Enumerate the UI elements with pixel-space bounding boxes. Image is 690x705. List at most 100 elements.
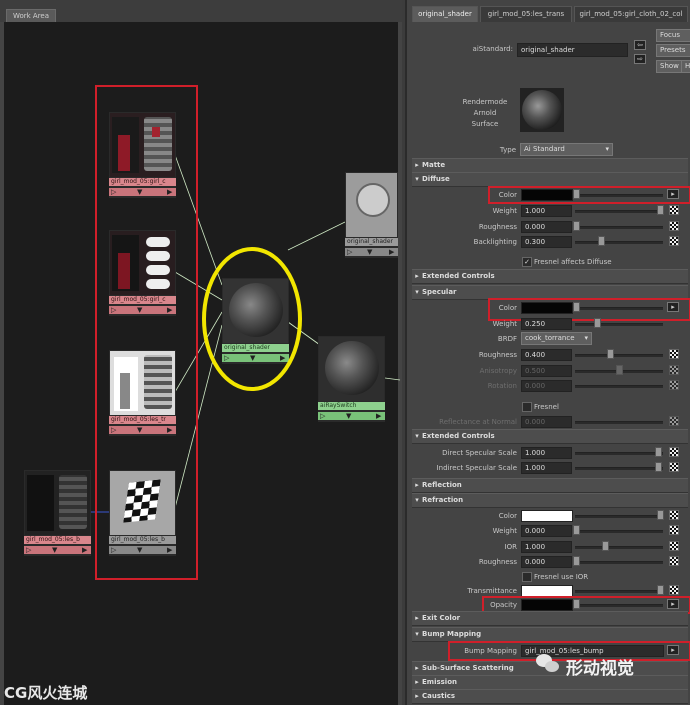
chevron-down-icon: ▾	[584, 334, 588, 342]
section-reflection[interactable]: ▸ Reflection	[412, 478, 688, 493]
slider-knob[interactable]	[657, 205, 664, 215]
refraction-roughness-field[interactable]: 0.000	[521, 556, 572, 568]
checker-map-icon[interactable]	[669, 585, 679, 595]
direct-specular-field[interactable]: 1.000	[521, 447, 572, 459]
fresnel-label: Fresnel	[534, 403, 559, 411]
section-title: Extended Controls	[422, 272, 495, 280]
slider-knob[interactable]	[657, 510, 664, 520]
shading-group-icon	[356, 183, 390, 217]
slider-knob[interactable]	[594, 318, 601, 328]
specular-weight-slider[interactable]	[575, 323, 663, 326]
shader-thumbnail	[319, 337, 384, 401]
section-refraction[interactable]: ▾ Refraction	[412, 493, 688, 508]
transmittance-slider[interactable]	[575, 590, 663, 593]
slider-knob[interactable]	[573, 556, 580, 566]
specular-weight-field[interactable]: 0.250	[521, 318, 572, 330]
type-dropdown[interactable]: Ai Standard ▾	[520, 143, 613, 156]
slider-knob[interactable]	[657, 585, 664, 595]
node-label: original_shader	[345, 238, 398, 246]
focus-button[interactable]: Focus	[656, 29, 690, 42]
section-caustics[interactable]: ▸ Caustics	[412, 689, 688, 704]
specular-roughness-slider[interactable]	[575, 354, 663, 357]
node-label: aiRaySwitch	[318, 402, 385, 410]
fresnel-ior-checkbox[interactable]	[522, 572, 532, 582]
section-emission[interactable]: ▸ Emission	[412, 675, 688, 690]
ior-slider[interactable]	[575, 546, 663, 549]
diffuse-weight-field[interactable]: 1.000	[521, 205, 572, 217]
fresnel-diffuse-checkbox[interactable]: ✓	[522, 257, 532, 267]
tab-les-trans[interactable]: girl_mod_05:les_trans	[480, 6, 572, 22]
highlight-box	[488, 298, 690, 321]
checker-map-icon[interactable]	[669, 462, 679, 472]
refraction-color-swatch[interactable]	[521, 510, 573, 522]
slider-knob[interactable]	[573, 221, 580, 231]
direct-specular-slider[interactable]	[575, 452, 663, 455]
checker-map-icon[interactable]	[669, 541, 679, 551]
checker-map-icon[interactable]	[669, 556, 679, 566]
section-exit-color[interactable]: ▸ Exit Color	[412, 611, 688, 626]
ior-field[interactable]: 1.000	[521, 541, 572, 553]
direct-specular-label: Direct Specular Scale	[442, 449, 517, 457]
checker-map-icon[interactable]	[669, 236, 679, 246]
section-title: Exit Color	[422, 614, 461, 622]
tab-original-shader[interactable]: original_shader	[412, 6, 478, 22]
checker-map-icon[interactable]	[669, 525, 679, 535]
bump-file-node[interactable]: girl_mod_05:les_b ▷ ▼ ▶	[24, 470, 91, 556]
fresnel-checkbox[interactable]	[522, 402, 532, 412]
section-diffuse[interactable]: ▾ Diffuse	[412, 172, 688, 187]
slider-knob[interactable]	[573, 525, 580, 535]
slider-knob[interactable]	[602, 541, 609, 551]
specular-roughness-field[interactable]: 0.400	[521, 349, 572, 361]
section-title: Specular	[422, 288, 457, 296]
checker-map-icon[interactable]	[669, 221, 679, 231]
refraction-roughness-slider[interactable]	[575, 561, 663, 564]
diffuse-roughness-field[interactable]: 0.000	[521, 221, 572, 233]
shading-group-node[interactable]: original_shader ▷ ▼ ▶	[345, 172, 398, 258]
focus-output-icon[interactable]: ⇨	[634, 54, 646, 64]
diffuse-backlighting-field[interactable]: 0.300	[521, 236, 572, 248]
slider-knob[interactable]	[655, 447, 662, 457]
fresnel-ior-label: Fresnel use IOR	[534, 573, 589, 581]
section-matte[interactable]: ▸ Matte	[412, 158, 688, 173]
diffuse-weight-slider[interactable]	[575, 210, 663, 213]
section-extended-controls[interactable]: ▸ Extended Controls	[412, 269, 688, 284]
diffuse-roughness-slider[interactable]	[575, 226, 663, 229]
tab-girl-cloth-col[interactable]: girl_mod_05:girl_cloth_02_col	[574, 6, 688, 22]
slider-knob[interactable]	[655, 462, 662, 472]
hide-button[interactable]: Hide	[681, 60, 690, 73]
focus-input-icon[interactable]: ⇦	[634, 40, 646, 50]
section-title: Matte	[422, 161, 446, 169]
node-ports: ▷ ▼ ▶	[318, 412, 385, 420]
section-title: Reflection	[422, 481, 462, 489]
shader-name-field[interactable]: original_shader	[517, 43, 628, 57]
refraction-color-slider[interactable]	[575, 515, 663, 518]
section-bump-mapping[interactable]: ▾ Bump Mapping	[412, 627, 688, 642]
checker-map-icon[interactable]	[669, 205, 679, 215]
indirect-specular-field[interactable]: 1.000	[521, 462, 572, 474]
checker-map-icon	[669, 416, 679, 426]
brdf-value: cook_torrance	[525, 334, 575, 342]
slider-knob[interactable]	[598, 236, 605, 246]
material-swatch[interactable]	[520, 88, 564, 132]
swatch-caption-line: Rendermode	[462, 98, 508, 106]
refraction-weight-slider[interactable]	[575, 530, 663, 533]
wechat-logo-icon	[536, 654, 560, 674]
refraction-weight-field[interactable]: 0.000	[521, 525, 572, 537]
diffuse-weight-label: Weight	[492, 207, 517, 215]
brdf-dropdown[interactable]: cook_torrance ▾	[521, 332, 592, 345]
watermark-right: 形动视觉	[566, 659, 634, 679]
rotation-label: Rotation	[487, 382, 517, 390]
indirect-specular-slider[interactable]	[575, 467, 663, 470]
diffuse-backlighting-slider[interactable]	[575, 241, 663, 244]
slider-knob[interactable]	[607, 349, 614, 359]
show-button[interactable]: Show	[656, 60, 683, 73]
watermark-left: CG风火连城	[4, 684, 88, 702]
checker-map-icon[interactable]	[669, 510, 679, 520]
section-title: Diffuse	[422, 175, 450, 183]
checker-map-icon[interactable]	[669, 447, 679, 457]
presets-button[interactable]: Presets	[656, 44, 690, 57]
ray-switch-node[interactable]: aiRaySwitch ▷ ▼ ▶	[318, 336, 385, 422]
checker-map-icon[interactable]	[669, 349, 679, 359]
section-extended-controls-2[interactable]: ▾ Extended Controls	[412, 429, 688, 444]
anisotropy-label: Anisotropy	[479, 367, 517, 375]
